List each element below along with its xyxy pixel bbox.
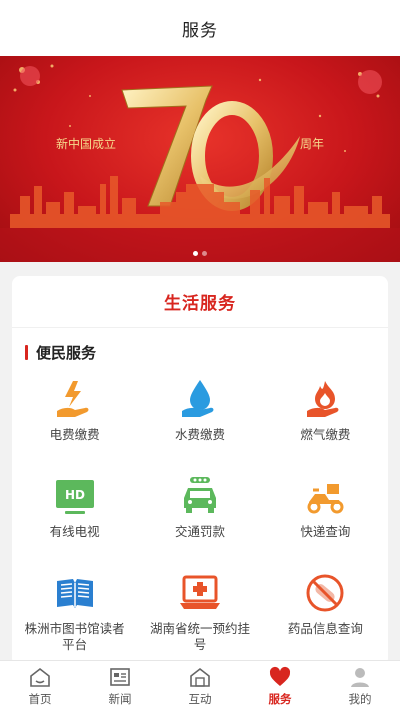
traffic-car-icon — [183, 477, 216, 513]
interact-icon — [190, 667, 210, 687]
pill-icon — [306, 574, 344, 612]
delivery-scooter-icon — [307, 484, 344, 514]
water-drop-icon — [181, 380, 214, 417]
service-gas[interactable]: 燃气缴费 — [263, 373, 388, 470]
tab-label: 服务 — [268, 691, 292, 706]
news-icon — [110, 667, 130, 686]
service-label: 快递查询 — [300, 524, 351, 539]
hd-tv-icon: HD — [55, 480, 94, 514]
carousel-dot-2[interactable] — [202, 251, 207, 256]
life-services-card: 生活服务 便民服务 电费缴费 水费缴费 燃气缴费 HD 有线电视 交通罚款 快递… — [12, 276, 388, 666]
electricity-icon — [56, 381, 89, 417]
tab-label: 首页 — [28, 691, 52, 706]
service-delivery[interactable]: 快递查询 — [263, 470, 388, 567]
heart-icon — [269, 666, 291, 686]
page-title: 服务 — [182, 20, 218, 41]
gas-flame-icon — [307, 381, 339, 417]
book-icon — [56, 579, 93, 608]
home-icon — [30, 667, 50, 687]
service-label: 药品信息查询 — [287, 621, 363, 636]
card-header: 生活服务 — [12, 276, 388, 328]
section-marker — [25, 345, 28, 360]
card-title: 生活服务 — [164, 294, 236, 314]
tab-label: 互动 — [188, 691, 212, 706]
carousel-dot-1[interactable] — [193, 251, 198, 256]
service-water[interactable]: 水费缴费 — [137, 373, 262, 470]
service-traffic-fine[interactable]: 交通罚款 — [137, 470, 262, 567]
banner-artwork — [0, 64, 400, 262]
service-label: 燃气缴费 — [300, 427, 351, 442]
service-label: 有线电视 — [49, 524, 100, 539]
tab-label: 新闻 — [108, 691, 132, 706]
top-bar: 服务 — [0, 0, 400, 56]
bottom-tab-bar: 首页 新闻 互动 服务 我的 — [0, 660, 400, 711]
banner-left-text: 新中国成立 — [56, 137, 117, 151]
medical-laptop-icon — [179, 575, 220, 609]
tab-interact[interactable]: 互动 — [160, 661, 240, 711]
service-grid: 电费缴费 水费缴费 燃气缴费 HD 有线电视 交通罚款 快递查询 株洲市图书馆读… — [12, 373, 388, 664]
svg-text:HD: HD — [65, 488, 85, 502]
service-label: 水费缴费 — [174, 427, 225, 442]
service-library[interactable]: 株洲市图书馆读者平台 — [12, 567, 137, 664]
service-drug-info[interactable]: 药品信息查询 — [263, 567, 388, 664]
tab-news[interactable]: 新闻 — [80, 661, 160, 711]
service-label: 株洲市图书馆读者平台 — [24, 621, 125, 652]
user-icon — [351, 667, 369, 687]
service-label: 电费缴费 — [49, 427, 100, 442]
carousel-indicator[interactable] — [0, 251, 400, 256]
banner-carousel[interactable]: 新中国成立 周年 — [0, 56, 400, 262]
service-hospital-appointment[interactable]: 湖南省统一预约挂号 — [137, 567, 262, 664]
tab-services[interactable]: 服务 — [240, 661, 320, 711]
section-title-text: 便民服务 — [36, 344, 97, 362]
service-cable-tv[interactable]: HD 有线电视 — [12, 470, 137, 567]
service-label: 交通罚款 — [174, 524, 225, 539]
section-title: 便民服务 — [25, 342, 388, 363]
banner-right-text: 周年 — [300, 137, 325, 151]
service-label: 湖南省统一预约挂号 — [149, 621, 250, 652]
service-electricity[interactable]: 电费缴费 — [12, 373, 137, 470]
tab-home[interactable]: 首页 — [0, 661, 80, 711]
tab-label: 我的 — [348, 691, 372, 706]
tab-profile[interactable]: 我的 — [320, 661, 400, 711]
